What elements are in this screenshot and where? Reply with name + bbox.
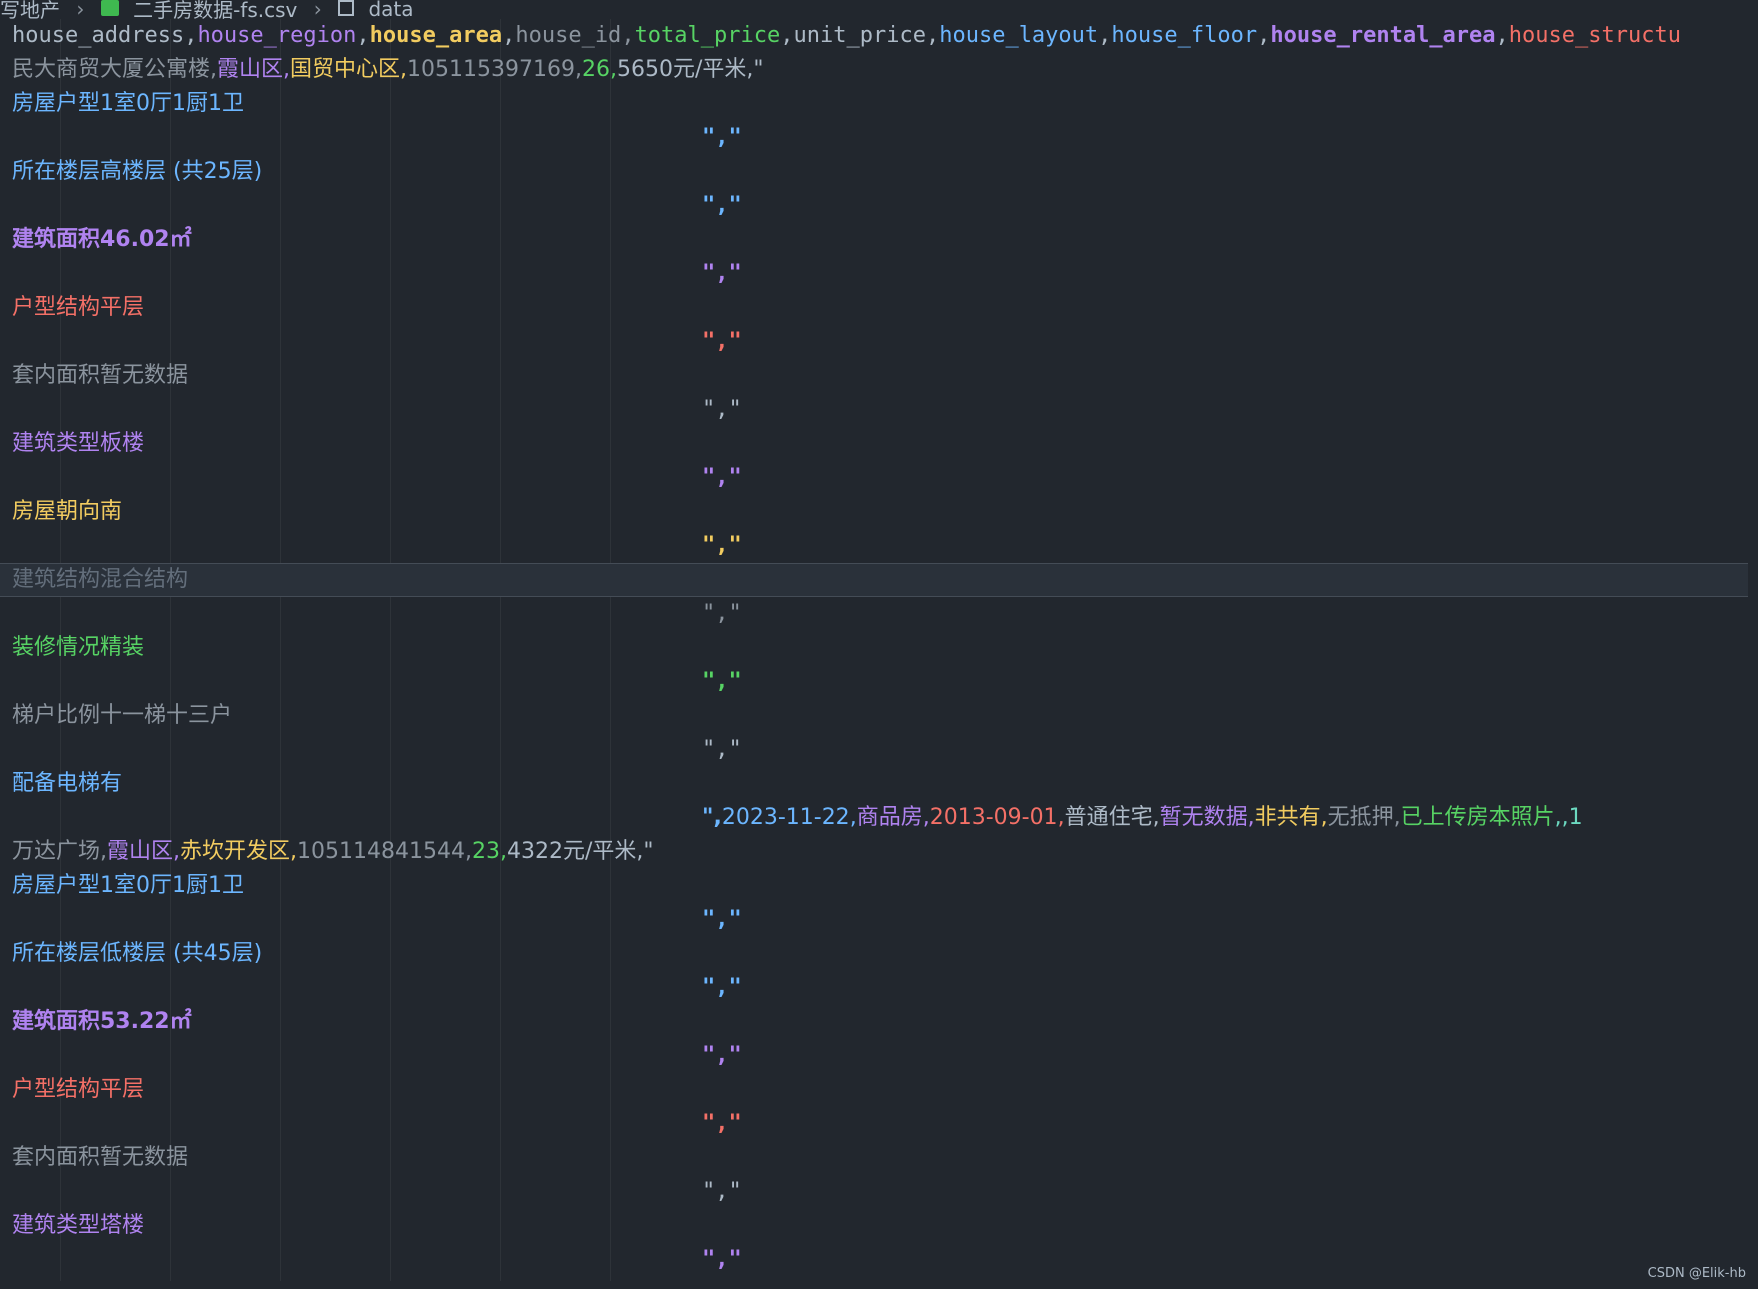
csv-record-tail: ",2023-11-22,商品房,2013-09-01,普通住宅,暂无数据,非共…: [702, 805, 1583, 830]
field-listing-date: 2023-11-22: [721, 805, 850, 830]
breadcrumb: 写地产 › 二手房数据-fs.csv › data: [0, 0, 414, 22]
field-id: 105114841544: [297, 839, 466, 864]
field-usage: 普通住宅: [1064, 805, 1153, 830]
field-layout: 房屋户型1室0厅1厨1卫: [12, 91, 244, 116]
field-separator: ",": [702, 397, 742, 422]
field-elevator: 配备电梯有: [12, 771, 123, 796]
field-separator: ",": [702, 329, 742, 354]
chevron-right-icon: ›: [313, 0, 322, 21]
csv-record-line: 万达广场,霞山区,赤坎开发区,105114841544,23,4322元/平米,…: [12, 839, 654, 864]
field-layout: 房屋户型1室0厅1厨1卫: [12, 873, 244, 898]
symbol-icon: [338, 0, 355, 16]
field-separator: ",": [702, 975, 742, 1000]
field-separator: ",": [702, 1043, 742, 1068]
header-field: house_layout: [939, 23, 1099, 48]
field-separator: ",": [702, 1111, 742, 1136]
header-field: total_price: [634, 23, 781, 48]
csv-file-icon: [100, 0, 119, 16]
field-structure: 户型结构平层: [12, 1077, 145, 1102]
field-total-price: 23: [472, 839, 501, 864]
field-last-trade: 2013-09-01: [929, 805, 1058, 830]
field-trade-type: 商品房: [856, 805, 923, 830]
csv-header-line: house_address,house_region,house_area,ho…: [12, 23, 1681, 48]
field-decoration: 装修情况精装: [12, 635, 145, 660]
field-separator: ",": [702, 907, 742, 932]
field-building-area: 建筑面积46.02㎡: [12, 227, 192, 252]
field-mortgage: 无抵押: [1327, 805, 1394, 830]
field-region: 霞山区: [217, 57, 284, 82]
field-orientation: 房屋朝向南: [12, 499, 123, 524]
field-years: 暂无数据: [1159, 805, 1248, 830]
field-building-type: 建筑类型板楼: [12, 431, 145, 456]
field-id: 105115397169: [407, 57, 576, 82]
field-address: 民大商贸大厦公寓楼: [12, 57, 211, 82]
field-building-type: 建筑类型塔楼: [12, 1213, 145, 1238]
field-ownership: 非共有: [1254, 805, 1321, 830]
field-separator: ",": [702, 737, 742, 762]
field-total-price: 26: [582, 57, 611, 82]
field-separator: ",": [702, 261, 742, 286]
field-floor: 所在楼层高楼层 (共25层): [12, 159, 263, 184]
field-area: 赤坎开发区: [180, 839, 291, 864]
field-unit-price: 4322元/平米: [507, 839, 637, 864]
header-field: house_structu: [1508, 23, 1681, 48]
field-floor: 所在楼层低楼层 (共45层): [12, 941, 263, 966]
csv-record-line: 民大商贸大厦公寓楼,霞山区,国贸中心区,105115397169,26,5650…: [12, 57, 764, 82]
field-separator: ",": [702, 1179, 742, 1204]
editor-text-area[interactable]: house_address,house_region,house_area,ho…: [0, 19, 1748, 1281]
header-field: house_floor: [1111, 23, 1258, 48]
header-field: house_region: [197, 23, 357, 48]
field-area: 国贸中心区: [290, 57, 401, 82]
field-inner-area: 套内面积暂无数据: [12, 363, 189, 388]
field-deed-photo: 已上传房本照片: [1400, 805, 1555, 830]
header-field: house_rental_area: [1270, 23, 1496, 48]
header-field: house_area: [369, 23, 503, 48]
field-region: 霞山区: [107, 839, 174, 864]
field-separator: ",": [702, 533, 742, 558]
field-separator: ",": [702, 601, 742, 626]
breadcrumb-node[interactable]: data: [368, 0, 413, 21]
field-separator: ",": [702, 193, 742, 218]
field-unit-price: 5650元/平米: [617, 57, 747, 82]
chevron-right-icon: ›: [76, 0, 85, 21]
header-field: unit_price: [793, 23, 926, 48]
header-field: house_id: [515, 23, 622, 48]
field-separator: ",": [702, 669, 742, 694]
field-building-structure: 建筑结构混合结构: [0, 563, 1748, 597]
field-separator: ",": [702, 125, 742, 150]
field-separator: ",": [702, 465, 742, 490]
field-elevator-ratio: 梯户比例十一梯十三户: [12, 703, 233, 728]
watermark: CSDN @Elik-hb: [1647, 1266, 1746, 1281]
field-address: 万达广场: [12, 839, 101, 864]
field-building-area: 建筑面积53.22㎡: [12, 1009, 192, 1034]
field-separator: ",": [702, 1247, 742, 1272]
field-inner-area: 套内面积暂无数据: [12, 1145, 189, 1170]
header-field: house_address: [12, 23, 185, 48]
field-structure: 户型结构平层: [12, 295, 145, 320]
